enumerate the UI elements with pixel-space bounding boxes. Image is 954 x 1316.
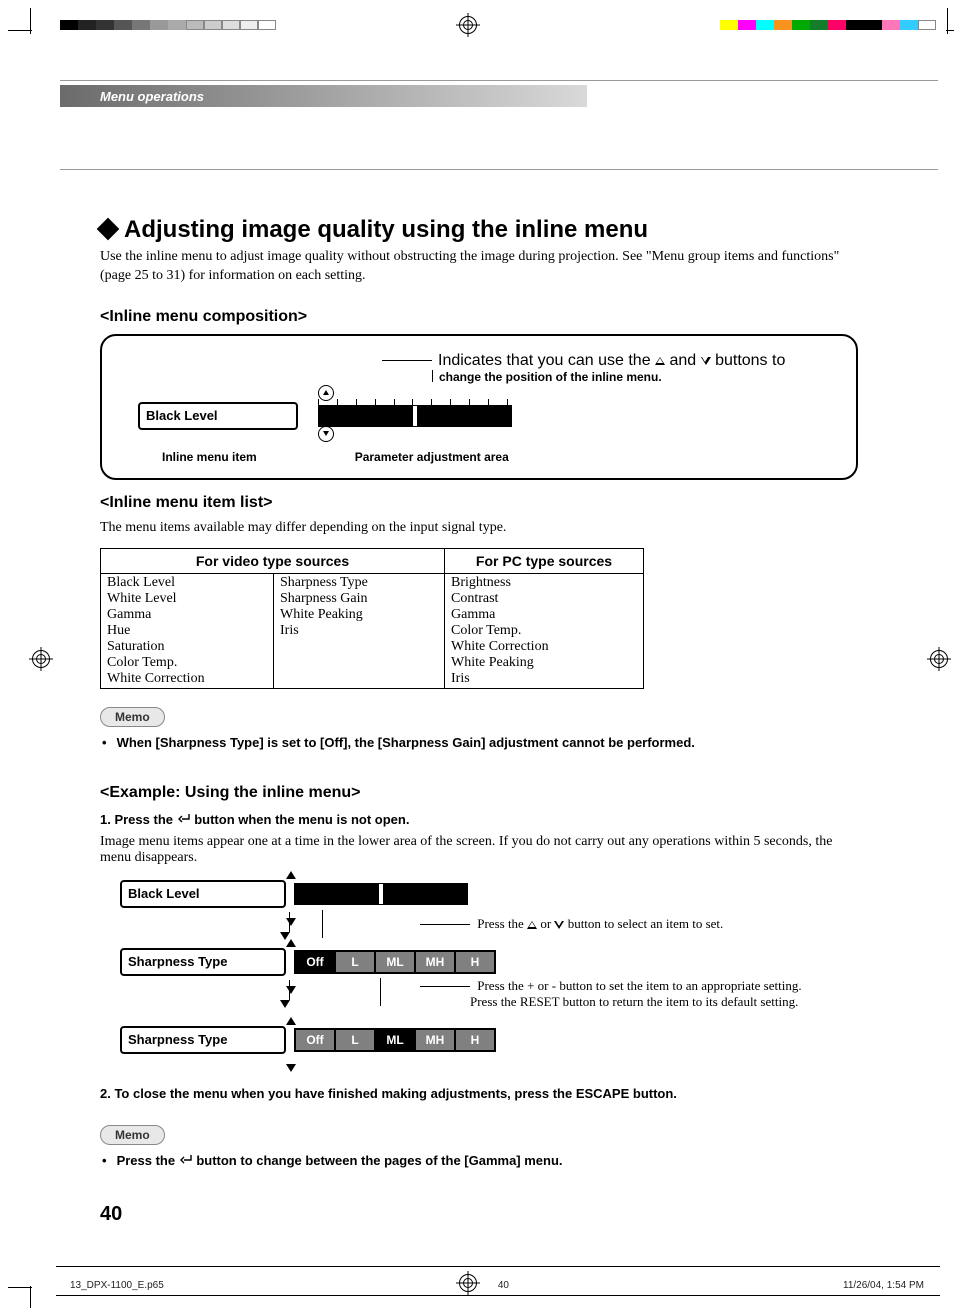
footer-date: 11/26/04, 1:54 PM: [843, 1280, 924, 1291]
diagram-row-sharpness-ml: Sharpness Type Off L ML MH H: [100, 1018, 858, 1058]
label-inline-item: Inline menu item: [162, 450, 257, 464]
triangle-down-icon: [286, 986, 296, 994]
page-sheet: Menu operations Adjusting image quality …: [60, 56, 938, 1260]
example-diagram: Black Level Press the or button to selec…: [100, 872, 858, 1058]
th-pc: For PC type sources: [445, 548, 644, 573]
memo-pill: Memo: [100, 707, 165, 727]
example-heading: <Example: Using the inline menu>: [100, 784, 858, 802]
memo2-text: • Press the button to change between the…: [100, 1153, 858, 1169]
registration-mark-icon: [459, 16, 477, 34]
itemlist-note: The menu items available may differ depe…: [100, 520, 858, 536]
row1-ruler: [294, 883, 468, 905]
section-header: Menu operations: [60, 85, 938, 107]
composition-heading: <Inline menu composition>: [100, 308, 858, 326]
opt-mh: MH: [414, 950, 456, 974]
itemlist-heading: <Inline menu item list>: [100, 494, 858, 512]
row3-label: Sharpness Type: [120, 1026, 286, 1054]
memo-pill: Memo: [100, 1125, 165, 1145]
parameter-ruler: [318, 405, 512, 427]
print-footer: 13_DPX-1100_E.p65 40 11/26/04, 1:54 PM: [0, 1266, 954, 1308]
example-step1-body: Image menu items appear one at a time in…: [100, 834, 858, 866]
triangle-up-icon: [286, 871, 296, 879]
diagram-row-blacklevel: Black Level: [100, 872, 858, 912]
opt-l: L: [334, 950, 376, 974]
triangle-down-icon: [701, 357, 711, 365]
footer-file: 13_DPX-1100_E.p65: [70, 1280, 164, 1291]
row2-label: Sharpness Type: [120, 948, 286, 976]
example-step2: 2. To close the menu when you have finis…: [100, 1086, 858, 1101]
opt-h: H: [454, 1028, 496, 1052]
enter-icon: [177, 813, 191, 828]
row3-option-strip: Off L ML MH H: [294, 1028, 494, 1050]
grayscale-swatches: [60, 20, 276, 30]
enter-icon: [179, 1154, 193, 1169]
composition-caption-line2: change the position of the inline menu.: [439, 370, 662, 384]
triangle-down-icon: [286, 1064, 296, 1072]
memo1-text: •When [Sharpness Type] is set to [Off], …: [100, 735, 858, 750]
registration-mark-icon: [32, 650, 50, 668]
triangle-up-icon: [655, 357, 665, 365]
triangle-up-icon: [527, 921, 537, 929]
th-video: For video type sources: [101, 548, 445, 573]
composition-panel: Indicates that you can use the and butto…: [100, 334, 858, 480]
triangle-down-icon: [554, 921, 564, 929]
composition-caption: Indicates that you can use the and butto…: [438, 352, 785, 370]
triangle-up-icon: [286, 939, 296, 947]
inline-menu-item-label: Black Level: [138, 402, 298, 430]
label-parameter-area: Parameter adjustment area: [355, 450, 509, 464]
page-number: 40: [100, 1203, 122, 1226]
video-col-b: Sharpness TypeSharpness Gain White Peaki…: [274, 573, 445, 688]
opt-ml: ML: [374, 950, 416, 974]
opt-mh: MH: [414, 1028, 456, 1052]
opt-off: Off: [294, 950, 336, 974]
opt-h: H: [454, 950, 496, 974]
diagram-caption-set: Press the + or - button to set the item …: [470, 978, 802, 1010]
row1-label: Black Level: [120, 880, 286, 908]
footer-page: 40: [498, 1280, 509, 1291]
triangle-down-icon: [286, 918, 296, 926]
page-title-text: Adjusting image quality using the inline…: [124, 216, 648, 243]
row2-option-strip: Off L ML MH H: [294, 950, 494, 972]
opt-off: Off: [294, 1028, 336, 1052]
pc-col: BrightnessContrast GammaColor Temp. Whit…: [445, 573, 644, 688]
move-down-indicator-icon: [318, 426, 334, 442]
color-swatches: [720, 20, 936, 30]
intro-paragraph: Use the inline menu to adjust image qual…: [100, 248, 858, 286]
triangle-up-icon: [286, 1017, 296, 1025]
section-header-label: Menu operations: [100, 85, 204, 107]
page-title: Adjusting image quality using the inline…: [100, 216, 858, 244]
itemlist-table: For video type sources For PC type sourc…: [100, 548, 644, 689]
diagram-caption-select: Press the or button to select an item to…: [470, 916, 723, 932]
diamond-bullet-icon: [97, 217, 120, 240]
print-marks-top: [0, 8, 954, 30]
opt-ml: ML: [374, 1028, 416, 1052]
video-col-a: Black LevelWhite Level GammaHue Saturati…: [101, 573, 274, 688]
diagram-row-sharpness-off: Sharpness Type Off L ML MH H: [100, 940, 858, 980]
example-step1: 1. Press the button when the menu is not…: [100, 812, 858, 828]
opt-l: L: [334, 1028, 376, 1052]
